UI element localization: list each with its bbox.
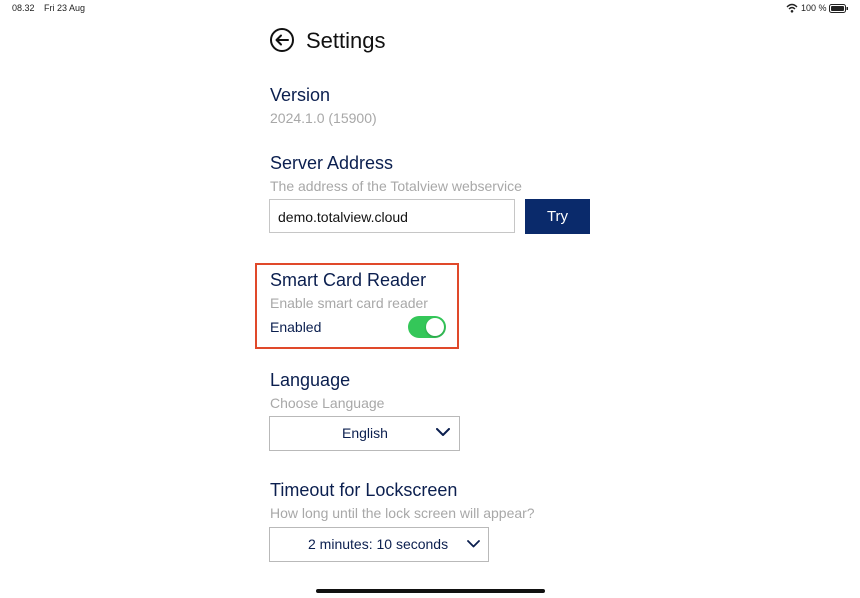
language-subtitle: Choose Language [270, 395, 385, 411]
language-selected-value: English [342, 425, 388, 441]
toggle-knob [426, 318, 444, 336]
back-arrow-icon [270, 28, 294, 52]
status-time: 08.32 [12, 3, 35, 13]
server-address-value: demo.totalview.cloud [278, 209, 408, 225]
timeout-title: Timeout for Lockscreen [270, 480, 458, 500]
wifi-icon [786, 3, 798, 13]
server-address-title: Server Address [270, 153, 394, 173]
smart-card-title: Smart Card Reader [270, 270, 427, 290]
try-button[interactable]: Try [525, 199, 590, 234]
server-address-subtitle: The address of the Totalview webservice [270, 178, 522, 194]
home-indicator[interactable] [316, 589, 545, 593]
version-title: Version [270, 85, 331, 105]
language-title: Language [270, 370, 351, 390]
language-select[interactable]: English [269, 416, 460, 451]
timeout-selected-value: 2 minutes: 10 seconds [308, 536, 449, 552]
chevron-down-icon [436, 428, 450, 436]
back-button[interactable] [269, 27, 295, 53]
page-title: Settings [306, 28, 386, 53]
smart-card-enabled-label: Enabled [270, 319, 322, 335]
timeout-subtitle: How long until the lock screen will appe… [270, 505, 535, 521]
timeout-select[interactable]: 2 minutes: 10 seconds [269, 527, 489, 562]
chevron-down-icon [467, 540, 480, 548]
version-value: 2024.1.0 (15900) [270, 110, 377, 126]
battery-percent: 100 % [801, 3, 827, 13]
smart-card-subtitle: Enable smart card reader [270, 295, 428, 311]
status-date: Fri 23 Aug [44, 3, 86, 13]
battery-icon [829, 4, 848, 13]
smart-card-toggle[interactable] [408, 316, 446, 338]
server-address-input[interactable]: demo.totalview.cloud [269, 199, 515, 233]
